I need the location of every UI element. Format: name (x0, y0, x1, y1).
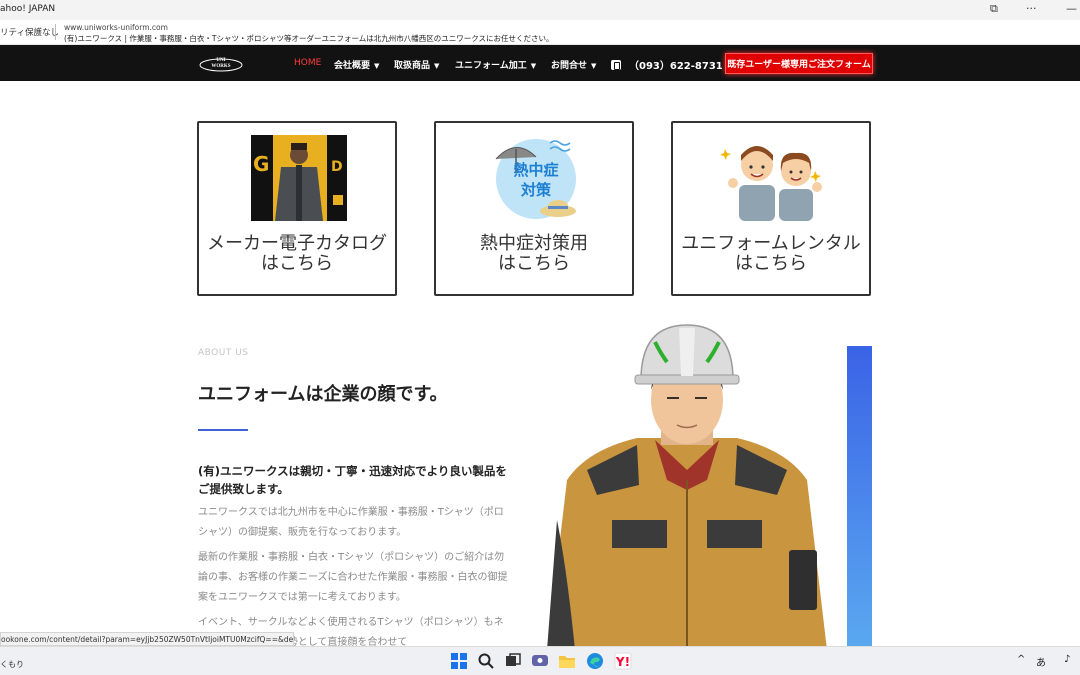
edge-browser-icon[interactable] (586, 652, 604, 670)
existing-user-order-button[interactable]: 既存ユーザー様専用ご注文フォーム (725, 53, 873, 74)
svg-text:Y!: Y! (615, 655, 630, 669)
chevron-down-icon: ▼ (374, 62, 380, 70)
yahoo-icon[interactable]: Y! (614, 652, 632, 670)
svg-text:UNI: UNI (216, 58, 225, 63)
svg-text:D: D (331, 159, 343, 175)
phone-number: （093）622-8731 (629, 61, 723, 72)
chat-icon[interactable] (531, 652, 549, 670)
rental-card-line2: はこちら (735, 253, 807, 274)
svg-text:G: G (253, 152, 269, 176)
cast-icon[interactable]: ⧉ (990, 2, 998, 16)
address-bar: リティ保護なし www.uniworks-uniform.com (有)ユニワー… (0, 20, 1080, 45)
catalog-card[interactable]: G D メーカー電子カタログ はこちら (197, 121, 397, 296)
site-url[interactable]: www.uniworks-uniform.com (64, 23, 168, 32)
heatstroke-card-line2: はこちら (498, 253, 570, 274)
heading-underline (198, 429, 248, 431)
nav-uniform-processing-label: ユニフォーム加工 (455, 61, 527, 71)
heatstroke-card[interactable]: 熱中症 対策 熱中症対策用 はこちら (434, 121, 634, 296)
rental-card-text: ユニフォームレンタル はこちら (673, 234, 869, 274)
link-status-bar: ookone.com/content/detail?param=eyJjb250… (0, 632, 294, 646)
decorative-blue-bar (847, 346, 872, 646)
search-icon[interactable] (477, 652, 495, 670)
phone-link[interactable]: （093）622-8731 (611, 57, 723, 72)
file-explorer-icon[interactable] (558, 652, 576, 670)
rental-card-line1: ユニフォームレンタル (681, 233, 861, 254)
catalog-image: G D (251, 135, 347, 221)
page-title: (有)ユニワークス | 作業服・事務服・白衣・Tシャツ・ポロシャツ等オーダーユニ… (64, 34, 554, 43)
nav-company-label: 会社概要 (334, 61, 371, 71)
about-section-label: ABOUT US (198, 348, 249, 358)
divider (55, 24, 56, 40)
worker-illustration (547, 324, 827, 650)
catalog-card-line2: はこちら (261, 253, 333, 274)
about-paragraph: ユニワークスでは北九州市を中心に作業服・事務服・Tシャツ（ポロシャツ）の御提案、… (198, 507, 504, 538)
nav-home[interactable]: HOME (294, 58, 321, 68)
nav-products-label: 取扱商品 (394, 61, 431, 71)
phone-icon (611, 60, 621, 70)
catalog-card-line1: メーカー電子カタログ (207, 233, 387, 254)
nav-contact-label: お問合せ (551, 61, 588, 71)
window-title: ahoo! JAPAN (0, 4, 56, 14)
windows-taskbar: くもり Y! ^ あ ♪ (0, 646, 1080, 675)
uniworks-logo[interactable]: UNI WORKS (198, 53, 244, 73)
windows-start-icon[interactable] (450, 652, 468, 670)
nav-contact[interactable]: お問合せ ▼ (551, 58, 596, 71)
heatstroke-card-text: 熱中症対策用 はこちら (436, 234, 632, 274)
chevron-down-icon: ▼ (591, 62, 597, 70)
task-view-icon[interactable] (504, 652, 522, 670)
nav-company[interactable]: 会社概要 ▼ (334, 58, 379, 71)
about-heading: ユニフォームは企業の顔です。 (198, 384, 448, 405)
speaker-icon[interactable]: ♪ (1064, 654, 1070, 665)
security-status[interactable]: リティ保護なし (0, 26, 59, 38)
about-paragraph: 最新の作業服・事務服・白衣・Tシャツ（ポロシャツ）のご紹介は勿論の事、お客様の作… (198, 552, 508, 603)
site-navigation: UNI WORKS HOME 会社概要 ▼ 取扱商品 ▼ ユニフォーム加工 ▼ お問合… (0, 45, 1080, 81)
chevron-down-icon: ▼ (530, 62, 537, 70)
more-icon[interactable]: ··· (1026, 2, 1037, 15)
browser-title-bar: ahoo! JAPAN ⧉ ··· — (0, 0, 1080, 20)
nav-products[interactable]: 取扱商品 ▼ (394, 58, 439, 71)
weather-label[interactable]: くもり (0, 659, 24, 670)
heatstroke-badge-line2: 対策 (520, 181, 552, 199)
chevron-up-icon[interactable]: ^ (1017, 654, 1025, 665)
rental-workers-image (720, 146, 822, 221)
heatstroke-badge-line1: 熱中症 (513, 161, 558, 179)
about-subheading: (有)ユニワークスは親切・丁寧・迅速対応でより良い製品をご提供致します。 (198, 464, 507, 496)
ime-indicator[interactable]: あ (1036, 654, 1046, 669)
heatstroke-card-line1: 熱中症対策用 (480, 233, 588, 254)
svg-text:WORKS: WORKS (211, 64, 230, 69)
nav-uniform-processing[interactable]: ユニフォーム加工 ▼ (455, 58, 536, 71)
rental-card[interactable]: ユニフォームレンタル はこちら (671, 121, 871, 296)
heatstroke-badge-image: 熱中症 対策 (495, 139, 576, 219)
minimize-icon[interactable]: — (1066, 2, 1077, 15)
chevron-down-icon: ▼ (434, 62, 440, 70)
catalog-card-text: メーカー電子カタログ はこちら (199, 234, 395, 274)
